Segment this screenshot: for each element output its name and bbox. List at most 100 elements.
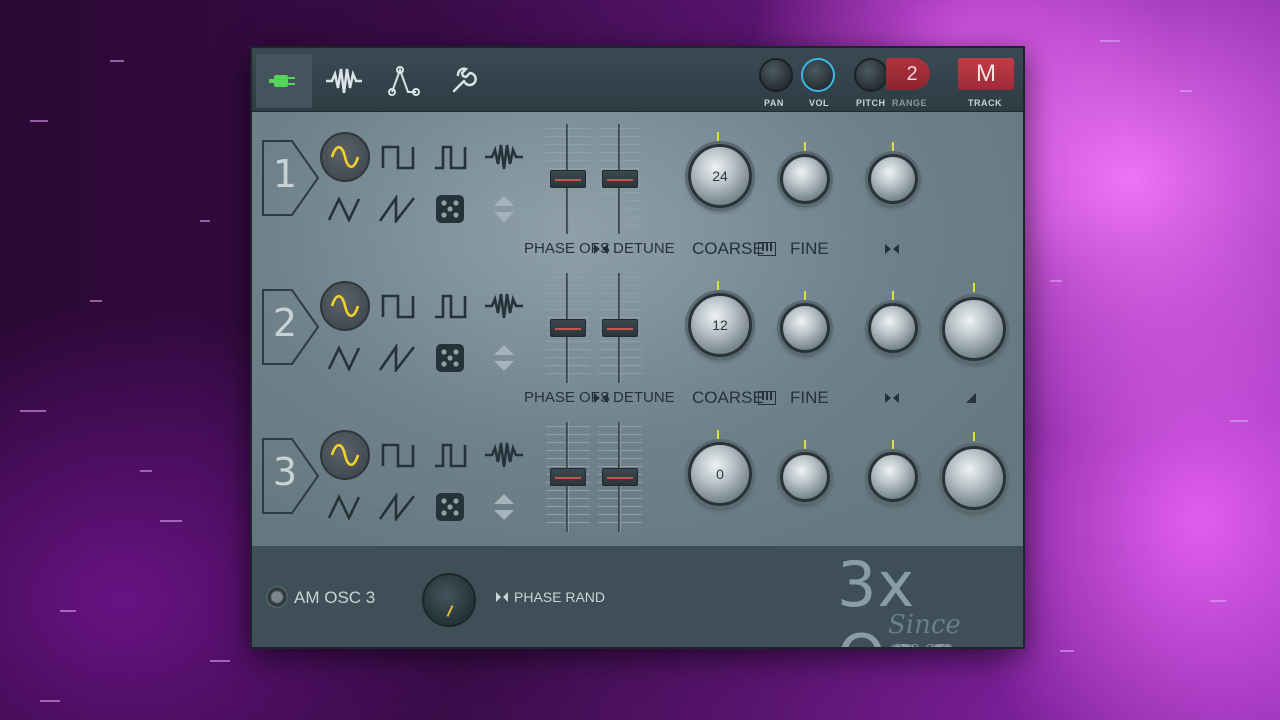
stereo-phase-knob[interactable]: [868, 154, 918, 204]
pitch-knob[interactable]: [854, 58, 888, 92]
osc-number-tab: 2: [262, 289, 320, 365]
coarse-knob[interactable]: 24: [688, 144, 752, 208]
wave-custom-button[interactable]: [482, 286, 526, 326]
wrench-icon: [452, 67, 477, 93]
wave-pulse-button[interactable]: [430, 137, 470, 177]
fine-indicator: [804, 142, 806, 151]
osc-volume-knob[interactable]: [942, 446, 1006, 510]
wave-square-button[interactable]: [378, 435, 418, 475]
fine-knob[interactable]: [780, 154, 830, 204]
streak: [200, 220, 210, 222]
tab-settings[interactable]: [436, 54, 492, 108]
osc-volume-knob[interactable]: [942, 297, 1006, 361]
coarse-knob[interactable]: 0: [688, 442, 752, 506]
wave-triangle-button[interactable]: [324, 338, 364, 378]
fine-knob[interactable]: [780, 452, 830, 502]
streak: [20, 410, 46, 412]
wave-custom-button[interactable]: [482, 137, 526, 177]
tab-envelope[interactable]: [376, 54, 432, 108]
detune-label: DETUNE: [613, 389, 675, 406]
streak: [1100, 40, 1120, 42]
wave-triangle-button[interactable]: [324, 487, 364, 527]
stereo-phase-knob[interactable]: [868, 452, 918, 502]
phase-offset-fader[interactable]: [550, 468, 586, 486]
detune-label: DETUNE: [613, 240, 675, 257]
pitch-label: PITCH: [856, 98, 886, 108]
volume-knob[interactable]: [801, 58, 835, 92]
wave-square-button[interactable]: [378, 137, 418, 177]
wave-custom-button[interactable]: [482, 435, 526, 475]
wave-saw-button[interactable]: [378, 189, 418, 229]
fine-indicator: [804, 291, 806, 300]
coarse-indicator: [717, 430, 719, 439]
sine-wave-icon: [330, 295, 360, 317]
stereo-phase-indicator: [892, 440, 894, 449]
fine-indicator: [804, 440, 806, 449]
phase-offset-fader[interactable]: [550, 319, 586, 337]
wave-sine-button[interactable]: [320, 281, 370, 331]
pan-knob[interactable]: [759, 58, 793, 92]
wave-noise-button[interactable]: [430, 338, 470, 378]
streak: [40, 700, 60, 702]
wave-shape-stepper[interactable]: [482, 189, 526, 229]
wave-pulse-button[interactable]: [430, 286, 470, 326]
wave-sine-button[interactable]: [320, 430, 370, 480]
osc-number: 3: [272, 450, 298, 494]
wave-sine-button[interactable]: [320, 132, 370, 182]
detune-fader[interactable]: [602, 468, 638, 486]
waveform-icon: [326, 68, 362, 94]
plugin-header: PAN VOL PITCH 2 RANGE M TRACK: [252, 48, 1023, 112]
streak: [1230, 420, 1248, 422]
wave-saw-button[interactable]: [378, 487, 418, 527]
coarse-value: 24: [712, 168, 728, 184]
coarse-label: COARSE: [692, 388, 764, 407]
track-label: TRACK: [968, 98, 1002, 108]
coarse-value: 0: [716, 466, 724, 482]
am-osc3-toggle[interactable]: [266, 586, 288, 608]
streak: [140, 470, 152, 472]
wave-saw-button[interactable]: [378, 338, 418, 378]
streak: [1060, 650, 1074, 652]
piano-key-icon[interactable]: [758, 391, 776, 405]
coarse-value: 12: [712, 317, 728, 333]
wave-shape-stepper[interactable]: [482, 338, 526, 378]
envelope-icon: [388, 66, 420, 96]
streak: [60, 610, 76, 612]
bowtie-icon: [494, 589, 510, 605]
coarse-indicator: [717, 132, 719, 141]
stereo-phase-icon: [884, 391, 900, 405]
phase-offset-fader[interactable]: [550, 170, 586, 188]
wave-triangle-button[interactable]: [324, 189, 364, 229]
detune-fader[interactable]: [602, 170, 638, 188]
wave-noise-button[interactable]: [430, 487, 470, 527]
wave-square-button[interactable]: [378, 286, 418, 326]
wave-pulse-button[interactable]: [430, 435, 470, 475]
tab-waveform[interactable]: [316, 54, 372, 108]
wave-noise-button[interactable]: [430, 189, 470, 229]
osc-number: 1: [272, 152, 298, 196]
3x-osc-plugin-window: PAN VOL PITCH 2 RANGE M TRACK 1 24 PHASE O…: [250, 46, 1025, 649]
wave-shape-stepper[interactable]: [482, 487, 526, 527]
pan-label: PAN: [764, 98, 784, 108]
range-label: RANGE: [892, 98, 928, 108]
coarse-indicator: [717, 281, 719, 290]
fine-knob[interactable]: [780, 303, 830, 353]
stereo-phase-knob[interactable]: [868, 303, 918, 353]
coarse-knob[interactable]: 12: [688, 293, 752, 357]
bowtie-icon: [593, 242, 609, 256]
stereo-phase-indicator: [892, 291, 894, 300]
am-osc3-label: AM OSC 3: [294, 588, 376, 607]
coarse-label: COARSE: [692, 239, 764, 258]
mixer-track-button[interactable]: M: [958, 58, 1014, 90]
detune-fader[interactable]: [602, 319, 638, 337]
osc-volume-indicator: [973, 432, 975, 441]
piano-key-icon[interactable]: [758, 242, 776, 256]
pitch-range-value[interactable]: 2: [886, 58, 930, 90]
sine-wave-icon: [330, 146, 360, 168]
fine-label: FINE: [790, 388, 829, 407]
osc-volume-indicator: [973, 283, 975, 292]
tab-plugin[interactable]: [256, 54, 312, 108]
streak: [1210, 600, 1226, 602]
phase-rand-knob[interactable]: [422, 573, 476, 627]
plugin-since-tagline: Since 2000: [888, 610, 961, 647]
